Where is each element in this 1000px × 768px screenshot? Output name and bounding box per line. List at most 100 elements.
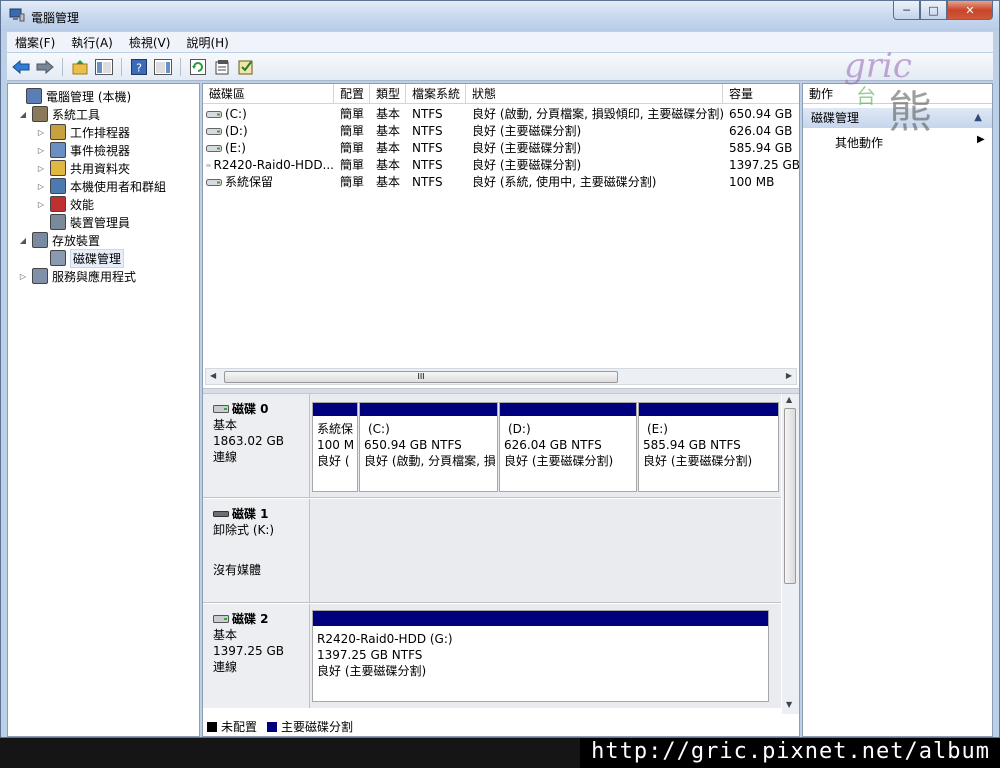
tree-expander-icon[interactable]: ▷ [18,272,28,281]
filesystem-cell: NTFS [412,175,443,189]
disk-status: 沒有媒體 [213,563,262,577]
table-row[interactable]: 系統保留 簡單 基本 NTFS 良好 (系統, 使用中, 主要磁碟分割) 100 MB [203,174,799,191]
submenu-arrow-icon: ▶ [977,134,985,145]
layout-cell: 簡單 [340,141,365,155]
tree-expander-icon[interactable]: ◢ [18,110,28,119]
disk-2-info[interactable]: 磁碟 2 基本 1397.25 GB 連線 [203,604,310,708]
refresh-button[interactable] [188,57,208,77]
scroll-down-arrow-icon[interactable]: ▼ [786,700,792,709]
tree-node[interactable]: ▷ 共用資料夾 [36,159,130,177]
refresh-icon [190,58,206,75]
properties-button[interactable] [212,57,232,77]
up-level-button[interactable] [70,57,90,77]
partition-system-reserved[interactable]: 系統保 100 M 良好 ( [312,402,358,492]
window-title: 電腦管理 [31,11,80,25]
partition-e[interactable]: (E:) 585.94 GB NTFS 良好 (主要磁碟分割) [638,402,779,492]
more-actions-item[interactable]: 其他動作 ▶ [835,134,985,151]
tree-node[interactable]: ◢ 存放裝置 [18,231,100,249]
tree-node[interactable]: ▷ 服務與應用程式 [18,267,136,285]
scrollbar-thumb[interactable] [784,408,796,584]
volume-icon [206,111,222,118]
column-layout[interactable]: 配置 [334,84,370,103]
menu-view[interactable]: 檢視(V) [121,34,179,51]
column-type[interactable]: 類型 [370,84,406,103]
tree-node[interactable]: 電腦管理 (本機) [12,87,131,105]
tree-node[interactable]: ▷ 工作排程器 [36,123,130,141]
capacity-cell: 585.94 GB [729,141,793,155]
tree-node-label: 裝置管理員 [70,215,131,230]
menu-help[interactable]: 說明(H) [178,34,236,51]
column-volume[interactable]: 磁碟區 [203,84,334,103]
horizontal-scrollbar[interactable]: ◀ III ▶ [205,368,797,385]
close-button[interactable]: ✕ [947,1,993,20]
partition-bar [500,403,636,416]
volume-icon [206,128,222,135]
menu-bar: 檔案(F) 執行(A) 檢視(V) 說明(H) [7,32,993,52]
legend-primary: 主要磁碟分割 [281,720,354,734]
tree-expander-icon[interactable]: ▷ [36,164,46,173]
column-capacity[interactable]: 容量 [723,84,799,103]
layout-cell: 簡單 [340,107,365,121]
tree-expander-icon[interactable]: ▷ [36,128,46,137]
disk-management-icon [50,250,66,266]
tree-node-label: 效能 [70,197,95,212]
scrollbar-thumb[interactable]: III [224,371,618,383]
tree-node[interactable]: 裝置管理員 [36,213,130,231]
tree-node[interactable]: ▷ 效能 [36,195,94,213]
tree-node[interactable]: 磁碟管理 [36,248,125,268]
show-hide-action-pane-button[interactable] [153,57,173,77]
actions-section-disk-management[interactable]: 磁碟管理 ▲ [803,108,992,128]
forward-button[interactable] [35,57,55,77]
scroll-up-arrow-icon[interactable]: ▲ [786,395,792,404]
action-pane-icon [154,58,172,75]
footer-shade [0,738,580,768]
tree-expander-icon[interactable]: ◢ [18,236,28,245]
scroll-left-arrow-icon[interactable]: ◀ [210,371,216,380]
table-row[interactable]: R2420-Raid0-HDD... 簡單 基本 NTFS 良好 (主要磁碟分割) 139… [203,157,799,174]
scroll-right-arrow-icon[interactable]: ▶ [786,371,792,380]
type-cell: 基本 [376,141,401,155]
show-hide-tree-button[interactable] [94,57,114,77]
disk-type: 卸除式 (K:) [213,523,275,537]
menu-file[interactable]: 檔案(F) [7,34,63,51]
minimize-button[interactable]: ─ [893,1,920,20]
table-row[interactable]: (C:) 簡單 基本 NTFS 良好 (啟動, 分頁檔案, 損毀傾印, 主要磁碟分割) 6… [203,106,799,123]
tree-expander-icon[interactable]: ▷ [36,182,46,191]
tree-expander-icon[interactable]: ▷ [36,146,46,155]
tree-node[interactable]: ▷ 事件檢視器 [36,141,130,159]
partition-g[interactable]: R2420-Raid0-HDD (G:) 1397.25 GB NTFS 良好 (主… [312,610,769,702]
title-bar[interactable]: 電腦管理 ─ □ ✕ [1,1,999,31]
graphical-disk-view: 磁碟 0 基本 1863.02 GB 連線 系統保 100 M 良好 ( (C:) 6… [203,394,799,714]
svg-text:?: ? [136,61,142,74]
menu-action[interactable]: 執行(A) [63,34,121,51]
disk-1-info[interactable]: 磁碟 1 卸除式 (K:) 沒有媒體 [203,499,310,602]
back-button[interactable] [11,57,31,77]
tree-expander-icon[interactable]: ▷ [36,200,46,209]
disk-size: 1397.25 GB [213,644,284,658]
event-viewer-icon [50,142,66,158]
tree-node[interactable]: ▷ 本機使用者和群組 [36,177,166,195]
capacity-cell: 1397.25 GB [729,158,799,172]
maximize-button[interactable]: □ [920,1,947,20]
partition-bar [360,403,497,416]
partition-bar [313,611,768,626]
legend: 未配置 主要磁碟分割 [207,718,353,735]
footer-strip: http://gric.pixnet.net/album [0,738,1000,768]
toolbar-separator [121,57,122,76]
help-button[interactable]: ? [129,57,149,77]
disk-size: 1863.02 GB [213,434,284,448]
filesystem-cell: NTFS [412,107,443,121]
disk-0-info[interactable]: 磁碟 0 基本 1863.02 GB 連線 [203,394,310,497]
vertical-scrollbar[interactable]: ▲ ▼ [782,394,799,714]
partition-d[interactable]: (D:) 626.04 GB NTFS 良好 (主要磁碟分割) [499,402,637,492]
table-row[interactable]: (D:) 簡單 基本 NTFS 良好 (主要磁碟分割) 626.04 GB [203,123,799,140]
volume-icon [206,164,211,167]
column-status[interactable]: 狀態 [466,84,723,103]
table-row[interactable]: (E:) 簡單 基本 NTFS 良好 (主要磁碟分割) 585.94 GB [203,140,799,157]
partition-c[interactable]: (C:) 650.94 GB NTFS 良好 (啟動, 分頁檔案, 損 [359,402,498,492]
tree-node[interactable]: ◢ 系統工具 [18,105,100,123]
collapse-icon[interactable]: ▲ [974,108,982,128]
column-filesystem[interactable]: 檔案系統 [406,84,466,103]
type-cell: 基本 [376,124,401,138]
disk-settings-button[interactable] [236,57,256,77]
